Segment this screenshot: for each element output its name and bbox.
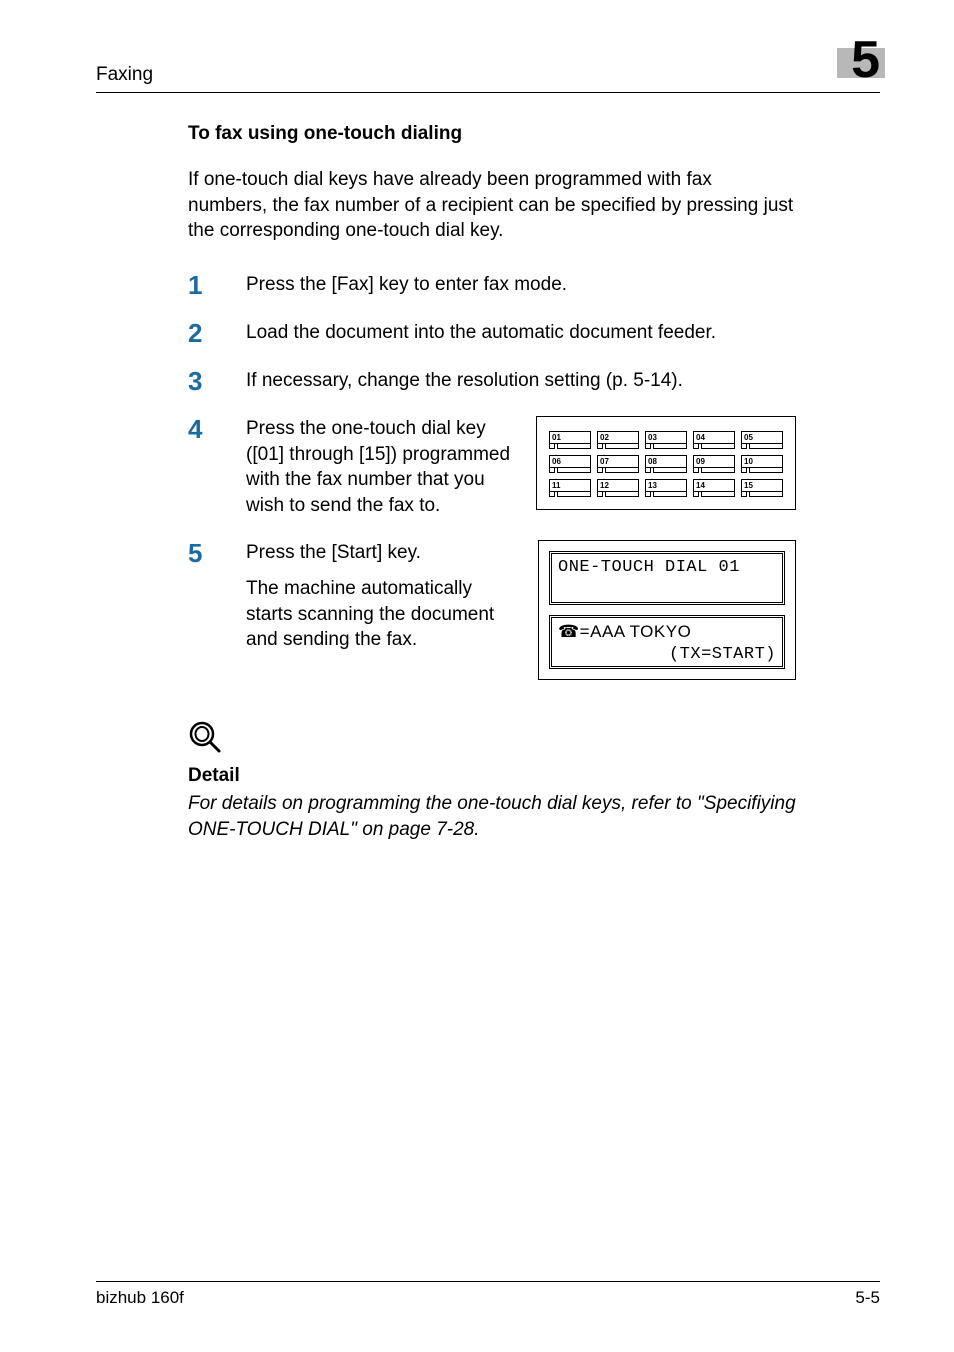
chapter-number: 5 — [851, 34, 880, 86]
step-4: 4 Press the one-touch dial key ([01] thr… — [188, 416, 796, 519]
lcd-line-2: ☎=AAA TOKYO (TX=START) — [549, 615, 785, 669]
detail-text: For details on programming the one-touch… — [188, 791, 796, 842]
lcd-line-1: ONE-TOUCH DIAL 01 — [549, 551, 785, 605]
key-label: 01 — [549, 431, 591, 444]
key-04: 04 — [693, 431, 735, 449]
keypad-row: 06 07 08 09 10 — [549, 455, 783, 473]
step-1-text: Press the [Fax] key to enter fax mode. — [246, 272, 796, 298]
step-3: 3 If necessary, change the resolution se… — [188, 368, 796, 394]
step-2-number: 2 — [188, 320, 246, 346]
step-2-text: Load the document into the automatic doc… — [246, 320, 796, 346]
step-5-text: Press the [Start] key. — [246, 540, 520, 566]
step-4-number: 4 — [188, 416, 246, 519]
key-label: 09 — [693, 455, 735, 468]
footer-product: bizhub 160f — [96, 1288, 184, 1308]
lcd-figure: ONE-TOUCH DIAL 01 ☎=AAA TOKYO (TX=START) — [538, 540, 796, 680]
key-label: 07 — [597, 455, 639, 468]
keypad-row: 11 12 13 14 15 — [549, 479, 783, 497]
step-2: 2 Load the document into the automatic d… — [188, 320, 796, 346]
magnifier-icon — [188, 720, 796, 759]
key-06: 06 — [549, 455, 591, 473]
key-10: 10 — [741, 455, 783, 473]
step-3-text: If necessary, change the resolution sett… — [246, 368, 796, 394]
header-section: Faxing — [96, 64, 153, 86]
step-5: 5 Press the [Start] key. The machine aut… — [188, 540, 796, 680]
key-09: 09 — [693, 455, 735, 473]
key-label: 06 — [549, 455, 591, 468]
key-label: 04 — [693, 431, 735, 444]
lcd-line-2b-text: (TX=START) — [558, 645, 776, 664]
key-label: 12 — [597, 479, 639, 492]
key-02: 02 — [597, 431, 639, 449]
step-5-number: 5 — [188, 540, 246, 663]
key-05: 05 — [741, 431, 783, 449]
lcd-line-2a-text: ☎=AAA TOKYO — [558, 622, 776, 642]
key-03: 03 — [645, 431, 687, 449]
key-label: 11 — [549, 479, 591, 492]
key-label: 15 — [741, 479, 783, 492]
step-5-text2: The machine automatically starts scannin… — [246, 576, 520, 653]
detail-block: Detail For details on programming the on… — [188, 720, 796, 842]
keypad-figure: 01 02 03 04 05 06 07 08 09 10 11 — [536, 416, 796, 510]
step-1-number: 1 — [188, 272, 246, 298]
key-15: 15 — [741, 479, 783, 497]
detail-title: Detail — [188, 765, 796, 787]
step-1: 1 Press the [Fax] key to enter fax mode. — [188, 272, 796, 298]
key-08: 08 — [645, 455, 687, 473]
footer-page: 5-5 — [855, 1288, 880, 1308]
key-01: 01 — [549, 431, 591, 449]
key-12: 12 — [597, 479, 639, 497]
key-11: 11 — [549, 479, 591, 497]
lcd-line-1-text: ONE-TOUCH DIAL 01 — [558, 558, 776, 577]
section-title: To fax using one-touch dialing — [188, 123, 796, 145]
key-label: 05 — [741, 431, 783, 444]
section-intro: If one-touch dial keys have already been… — [188, 167, 796, 244]
key-label: 02 — [597, 431, 639, 444]
key-13: 13 — [645, 479, 687, 497]
key-label: 08 — [645, 455, 687, 468]
footer: bizhub 160f 5-5 — [96, 1281, 880, 1308]
key-label: 10 — [741, 455, 783, 468]
key-07: 07 — [597, 455, 639, 473]
key-label: 13 — [645, 479, 687, 492]
key-14: 14 — [693, 479, 735, 497]
key-label: 03 — [645, 431, 687, 444]
chapter-tab: 5 — [837, 34, 880, 86]
keypad-row: 01 02 03 04 05 — [549, 431, 783, 449]
footer-rule — [96, 1281, 880, 1282]
key-label: 14 — [693, 479, 735, 492]
step-3-number: 3 — [188, 368, 246, 394]
step-4-text: Press the one-touch dial key ([01] throu… — [246, 416, 518, 519]
